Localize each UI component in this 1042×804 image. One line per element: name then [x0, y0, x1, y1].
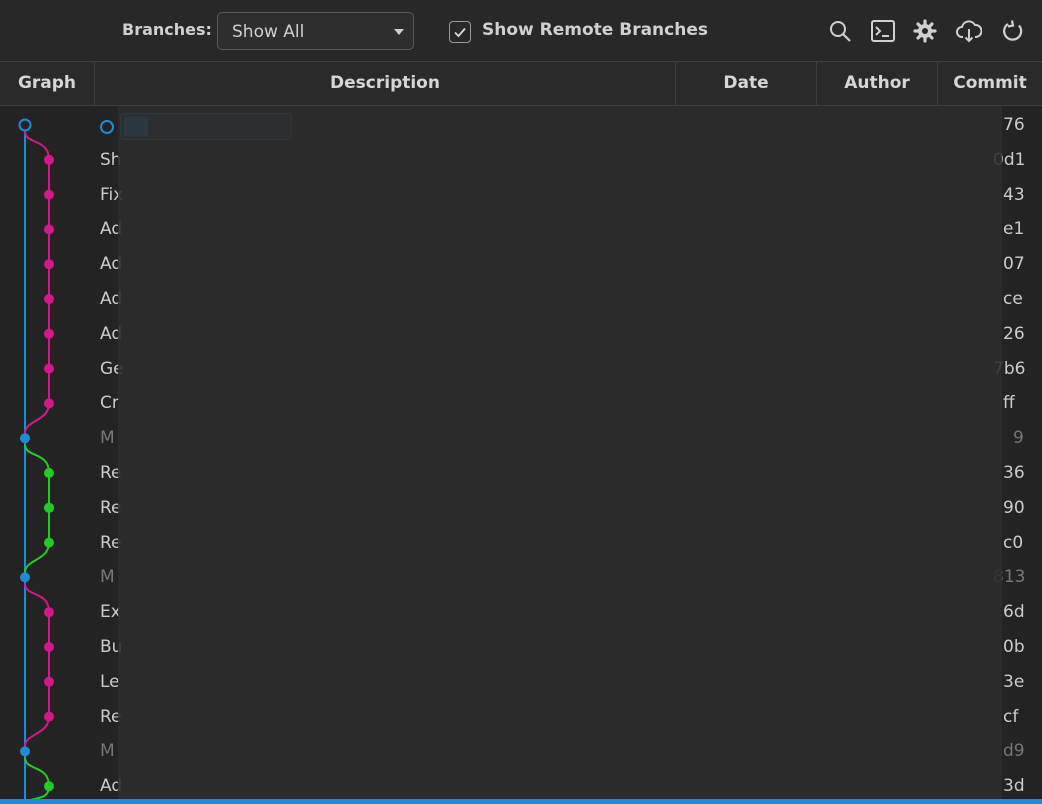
- checkmark-icon: [454, 27, 466, 38]
- commit-node: [44, 711, 54, 722]
- column-header-description[interactable]: Description: [95, 62, 676, 105]
- merge-commit-node: [20, 433, 30, 444]
- current-head-indicator-icon: [100, 120, 114, 134]
- commit-node: [44, 468, 54, 478]
- show-remote-branches-label[interactable]: Show Remote Branches: [482, 20, 708, 40]
- commit-hash: 36: [1003, 463, 1025, 483]
- commit-hash: ff: [1003, 393, 1015, 414]
- commit-graph: [18, 118, 54, 800]
- branch-curve: [24, 583, 50, 613]
- column-header-graph[interactable]: Graph: [0, 62, 95, 105]
- bottom-border: [0, 799, 1042, 804]
- commit-description: Cr: [100, 393, 119, 414]
- commit-node: [44, 537, 54, 548]
- commit-description: M: [100, 741, 115, 762]
- commit-node: [44, 328, 54, 339]
- branch-curve: [24, 403, 50, 434]
- commit-node: [44, 224, 54, 235]
- merge-commit-node: [20, 572, 30, 583]
- commit-hash: 9: [1013, 428, 1024, 449]
- commit-node: [44, 398, 54, 409]
- commit-hash: 76: [1003, 115, 1025, 135]
- commit-hash: 26: [1003, 323, 1025, 344]
- commit-hash: 43: [1003, 184, 1025, 205]
- commit-node: [44, 502, 54, 513]
- column-header-commit[interactable]: Commit: [938, 62, 1042, 105]
- toolbar: Branches: Show All Show Remote Branches: [0, 0, 1042, 62]
- commit-hash: 6d: [1003, 602, 1025, 623]
- branch-curve: [24, 542, 50, 573]
- commit-hash: 90: [1003, 497, 1025, 518]
- commit-node: [44, 294, 54, 304]
- commit-hash: ce: [1003, 289, 1023, 309]
- search-icon[interactable]: [827, 18, 853, 44]
- commit-node: [44, 676, 54, 687]
- commit-description: M: [100, 567, 115, 588]
- branches-dropdown[interactable]: Show All: [217, 12, 414, 50]
- commit-node: [44, 607, 54, 618]
- commit-hash: 07: [1003, 254, 1025, 275]
- commit-node: [44, 189, 54, 200]
- branch-curve: [24, 130, 50, 160]
- head-commit-node: [18, 118, 32, 132]
- commit-hash: 0b: [1003, 637, 1025, 657]
- commit-node: [44, 154, 54, 165]
- commit-node: [44, 781, 54, 792]
- branch-curve: [24, 444, 50, 474]
- commit-hash: e1: [1003, 219, 1025, 240]
- commit-hash: 3e: [1003, 671, 1025, 692]
- branch-curve: [24, 716, 50, 747]
- branches-label: Branches:: [122, 20, 212, 39]
- column-header: Graph Description Date Author Commit: [0, 62, 1042, 106]
- show-remote-branches-checkbox[interactable]: [449, 21, 471, 43]
- gear-icon[interactable]: [912, 18, 938, 44]
- commit-description: M: [100, 428, 115, 449]
- merge-commit-node: [20, 746, 30, 757]
- branches-dropdown-value: Show All: [232, 22, 305, 42]
- cloud-download-icon[interactable]: [956, 18, 983, 44]
- commit-node: [44, 259, 54, 270]
- commit-hash: d9: [1003, 741, 1025, 762]
- commit-description: Le: [100, 671, 120, 692]
- commit-hash: cf: [1003, 706, 1019, 727]
- blurred-content-overlay: [118, 106, 1002, 800]
- branch-curve: [24, 757, 50, 787]
- refresh-icon[interactable]: [1000, 18, 1026, 44]
- chevron-down-icon: [394, 29, 404, 35]
- commit-node: [44, 363, 54, 374]
- commit-node: [44, 642, 54, 652]
- terminal-icon[interactable]: [870, 18, 896, 44]
- column-header-author[interactable]: Author: [817, 62, 938, 105]
- commit-hash: c0: [1003, 532, 1024, 553]
- column-header-date[interactable]: Date: [676, 62, 817, 105]
